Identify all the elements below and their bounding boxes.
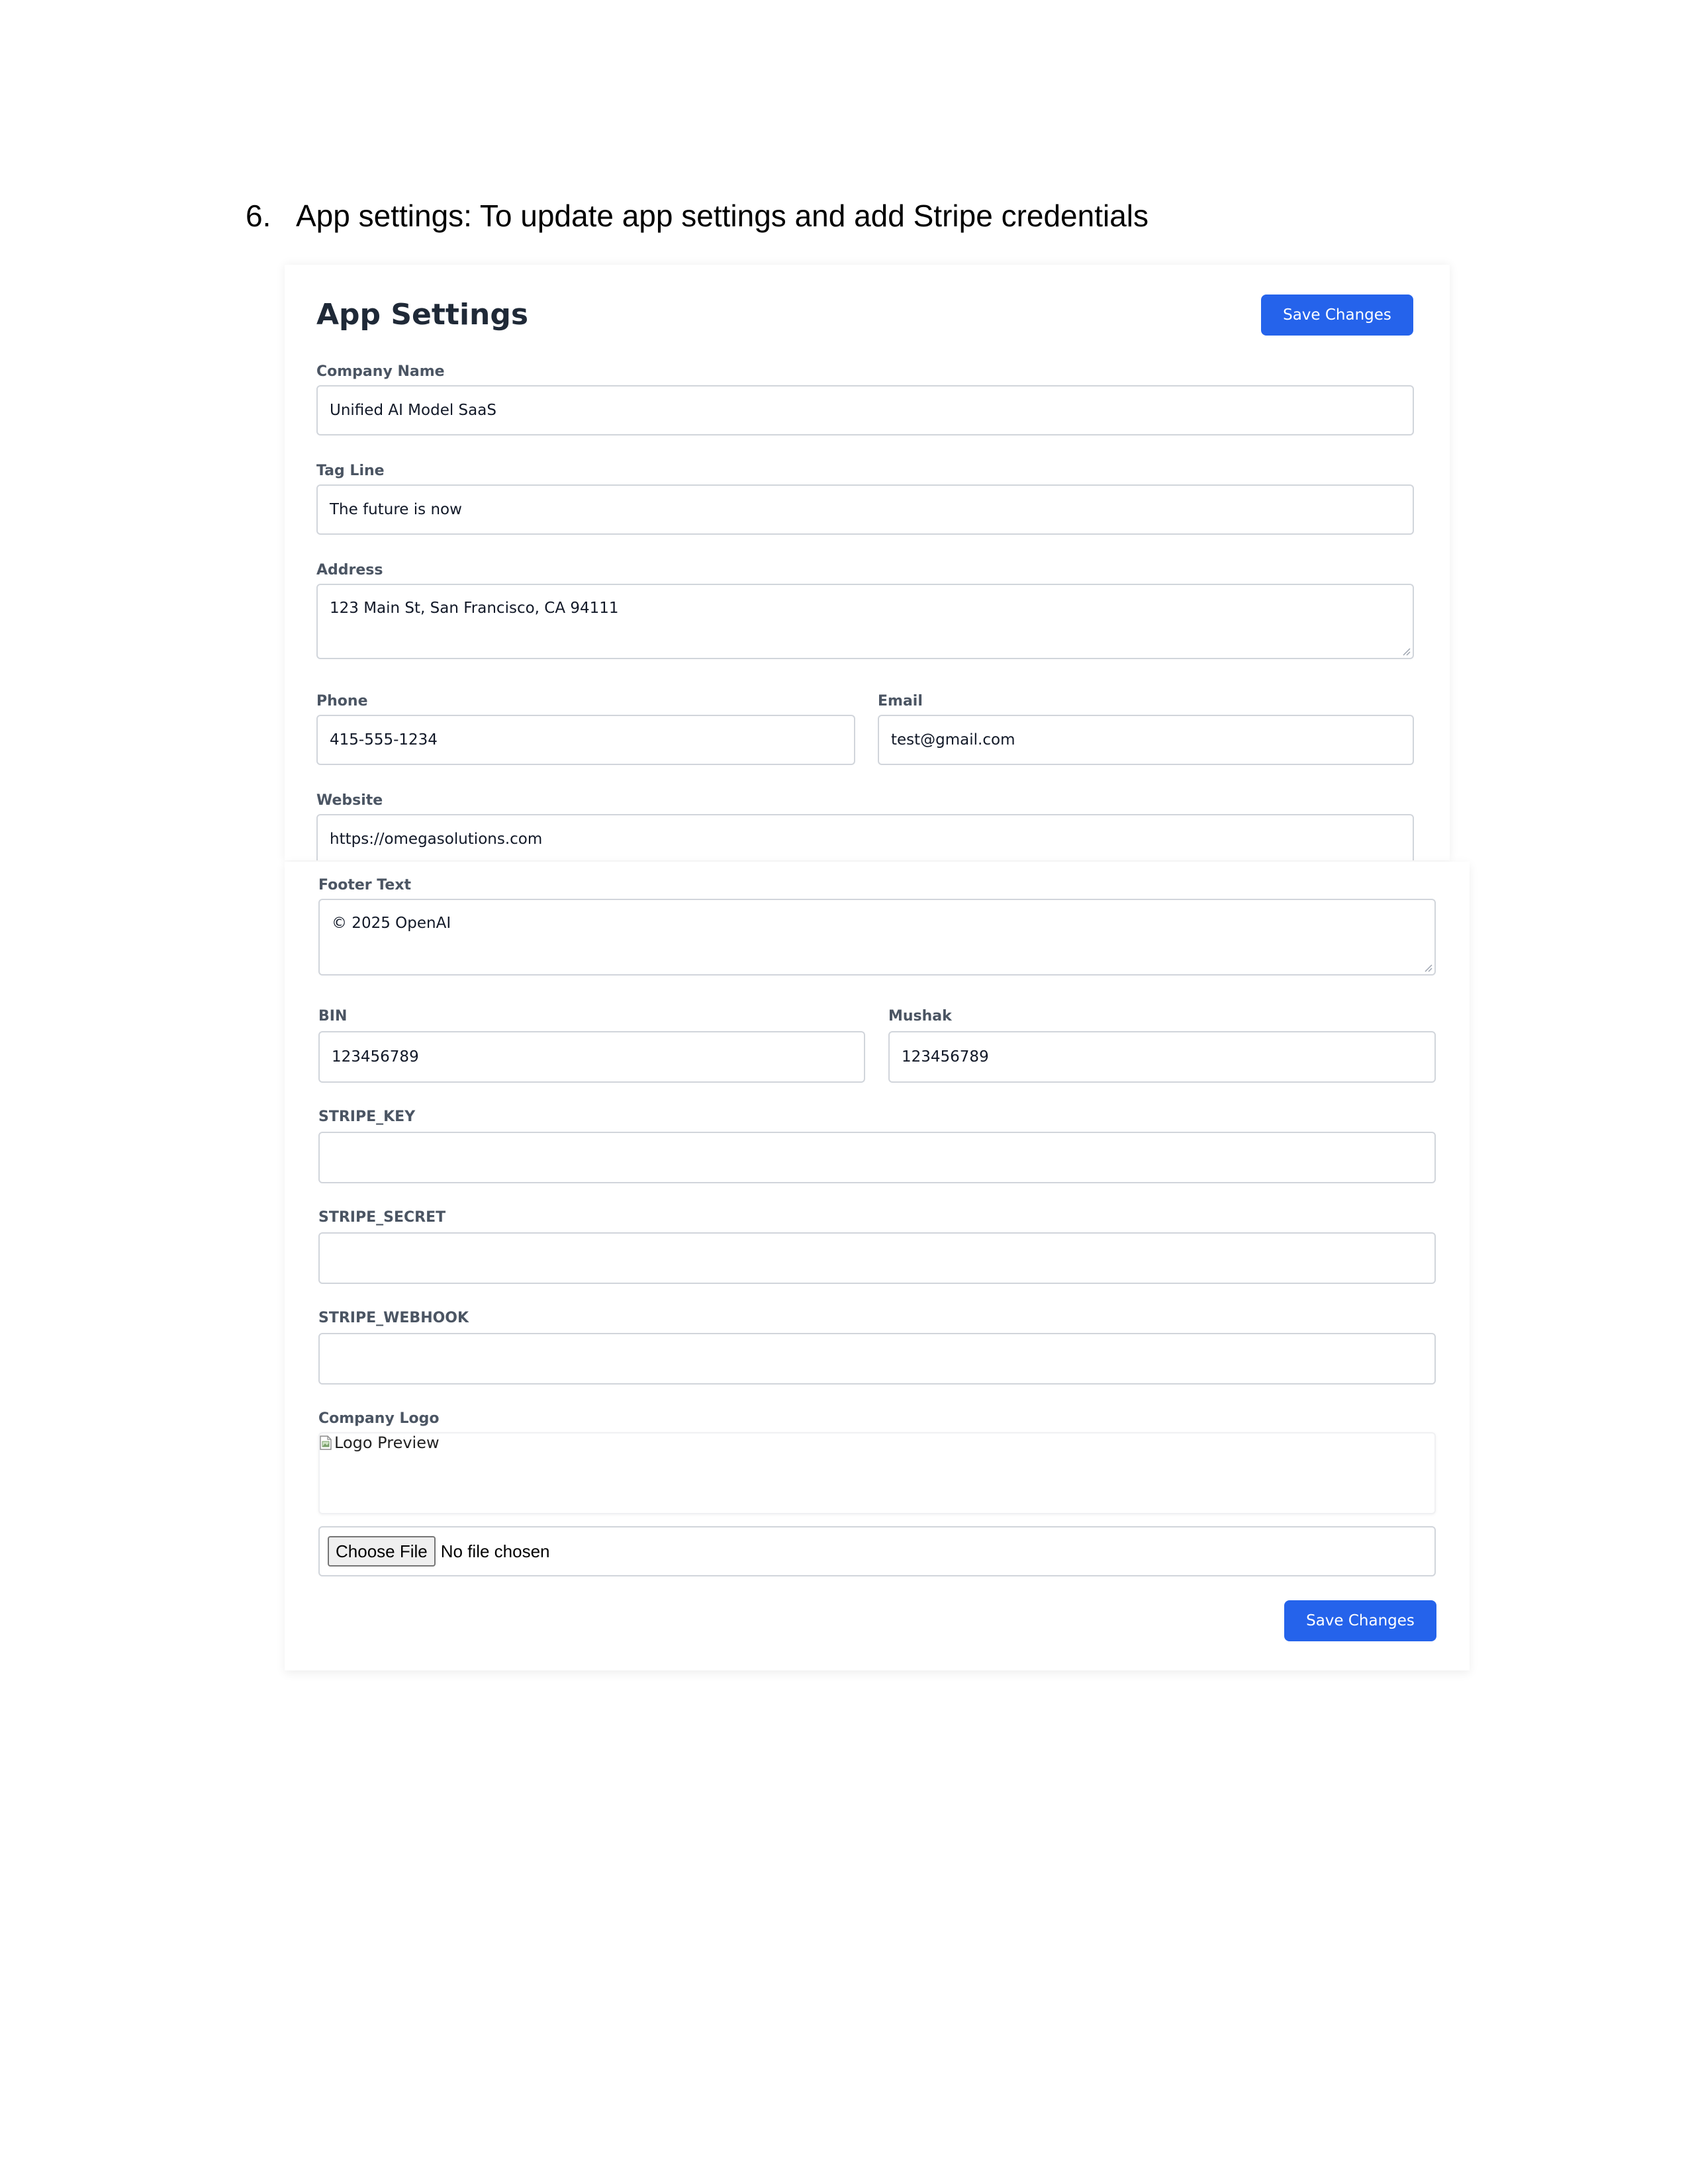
page-title: App Settings xyxy=(316,298,529,332)
tag-line-label: Tag Line xyxy=(316,463,385,479)
stripe-secret-label: STRIPE_SECRET xyxy=(318,1209,446,1226)
address-label: Address xyxy=(316,562,383,578)
stripe-webhook-label: STRIPE_WEBHOOK xyxy=(318,1310,469,1326)
tag-line-value: The future is now xyxy=(330,501,462,518)
bin-value: 123456789 xyxy=(332,1048,419,1066)
mushak-label: Mushak xyxy=(888,1008,952,1024)
company-name-label: Company Name xyxy=(316,363,445,380)
save-button-bottom[interactable]: Save Changes xyxy=(1284,1600,1436,1641)
footer-text-textarea[interactable]: © 2025 OpenAI xyxy=(318,899,1436,976)
stripe-webhook-input[interactable] xyxy=(318,1333,1436,1385)
website-label: Website xyxy=(316,792,383,809)
mushak-input[interactable]: 123456789 xyxy=(888,1031,1436,1083)
email-input[interactable]: test@gmail.com xyxy=(878,715,1414,765)
step-number: 6. xyxy=(246,199,271,233)
resize-grip-icon[interactable] xyxy=(1423,963,1432,972)
email-label: Email xyxy=(878,693,923,709)
footer-text-value: © 2025 OpenAI xyxy=(332,915,451,932)
bin-input[interactable]: 123456789 xyxy=(318,1031,865,1083)
file-status-text: No file chosen xyxy=(440,1541,550,1561)
website-input[interactable]: https://omegasolutions.com xyxy=(316,814,1414,860)
logo-preview-image: Logo Preview xyxy=(320,1433,440,1452)
footer-text-label: Footer Text xyxy=(318,877,412,893)
mushak-value: 123456789 xyxy=(902,1048,989,1066)
address-textarea[interactable]: 123 Main St, San Francisco, CA 94111 xyxy=(316,584,1414,659)
stripe-secret-input[interactable] xyxy=(318,1232,1436,1284)
address-value: 123 Main St, San Francisco, CA 94111 xyxy=(330,600,619,617)
email-value: test@gmail.com xyxy=(891,731,1015,749)
step-heading: 6. App settings: To update app settings a… xyxy=(246,197,1149,234)
logo-preview-alt: Logo Preview xyxy=(334,1433,440,1452)
phone-input[interactable]: 415-555-1234 xyxy=(316,715,855,765)
website-value: https://omegasolutions.com xyxy=(330,831,543,848)
choose-file-button[interactable]: Choose File xyxy=(328,1536,436,1567)
tag-line-input[interactable]: The future is now xyxy=(316,484,1414,535)
broken-image-icon xyxy=(320,1435,332,1450)
phone-value: 415-555-1234 xyxy=(330,731,438,749)
app-settings-panel-bottom: Footer Text © 2025 OpenAI BIN 123456789 … xyxy=(285,862,1470,1670)
stripe-key-label: STRIPE_KEY xyxy=(318,1109,416,1125)
stripe-key-input[interactable] xyxy=(318,1132,1436,1183)
company-name-value: Unified AI Model SaaS xyxy=(330,402,496,419)
step-text: App settings: To update app settings and… xyxy=(296,199,1149,233)
logo-file-input[interactable]: Choose File No file chosen xyxy=(318,1526,1436,1576)
company-logo-label: Company Logo xyxy=(318,1410,440,1427)
resize-grip-icon[interactable] xyxy=(1401,647,1411,656)
phone-label: Phone xyxy=(316,693,368,709)
company-name-input[interactable]: Unified AI Model SaaS xyxy=(316,385,1414,435)
bin-label: BIN xyxy=(318,1008,348,1024)
app-settings-panel-top: App Settings Save Changes Company Name U… xyxy=(285,265,1450,860)
save-button-top[interactable]: Save Changes xyxy=(1261,295,1413,336)
logo-preview-area: Logo Preview xyxy=(318,1432,1436,1514)
